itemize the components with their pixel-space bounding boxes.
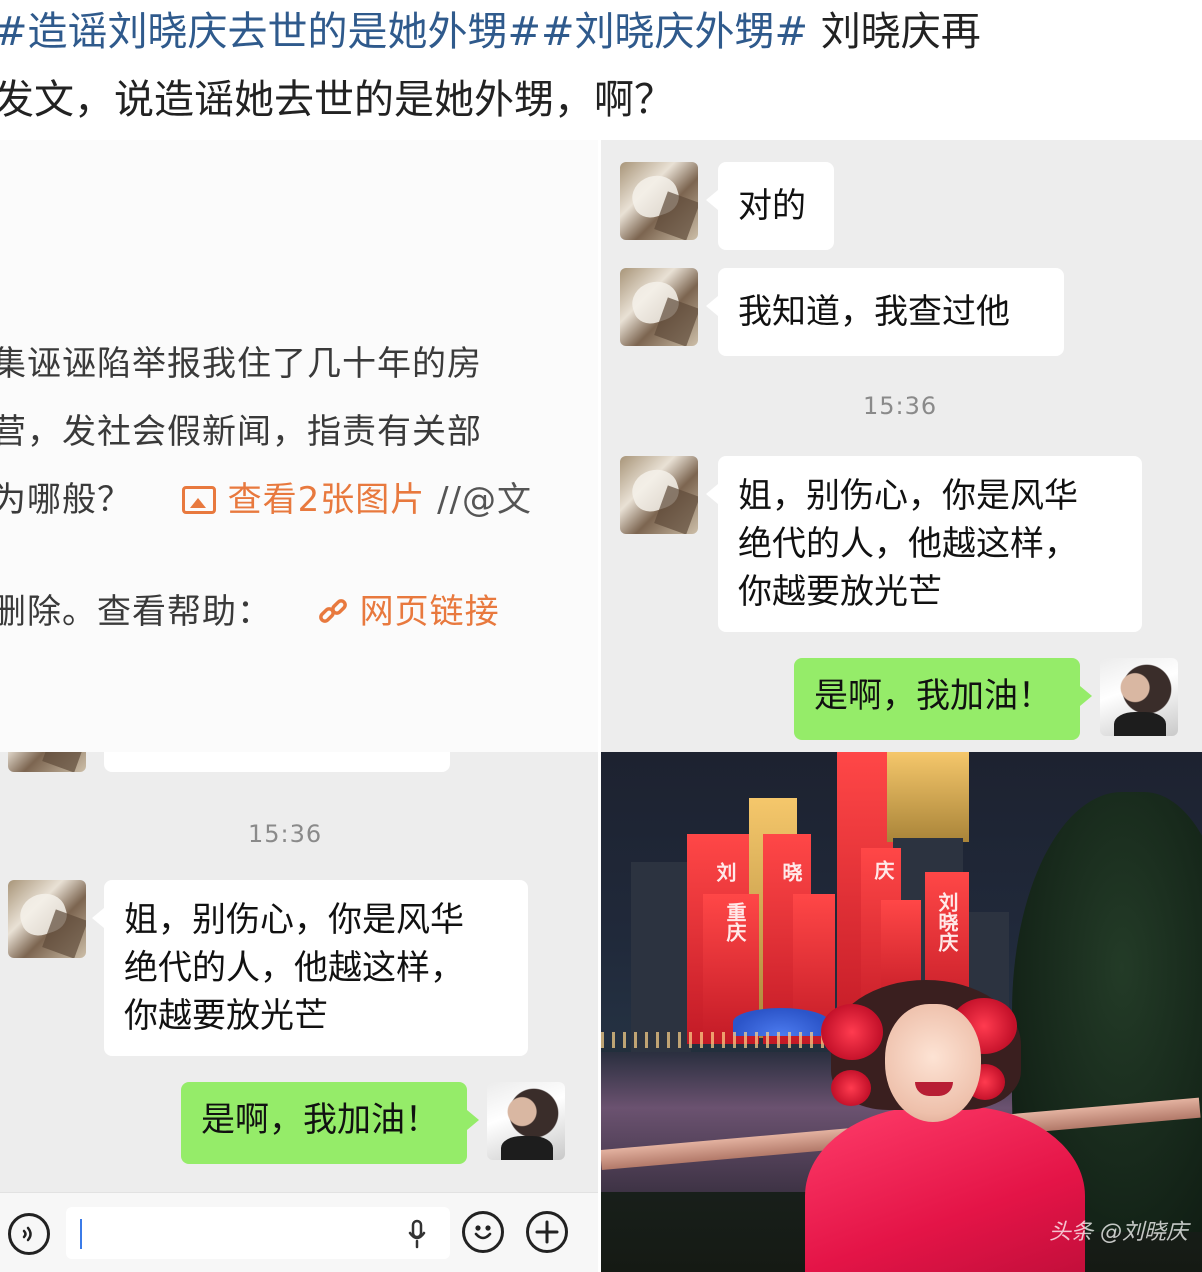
voice-icon[interactable]: [8, 1213, 50, 1255]
web-link[interactable]: 网页链接: [360, 592, 500, 632]
chat-panel-top: 对的 我知道，我查过他 15:36 姐，别伤心，你是风华 绝代的人，他越这样， …: [601, 140, 1202, 752]
message-timestamp: 15:36: [248, 820, 323, 848]
peer-avatar[interactable]: [620, 162, 698, 240]
notice-line-4: 删除。查看帮助： 网页链接: [0, 584, 500, 633]
headline-line-1: #造谣刘晓庆去世的是她外甥##刘晓庆外甥# 刘晓庆再: [0, 2, 1202, 62]
notice-line-4-text: 删除。查看帮助：: [0, 592, 272, 632]
notice-line-3-text: 为哪般？: [0, 480, 132, 520]
peer-avatar[interactable]: [620, 456, 698, 534]
building: [631, 862, 691, 1052]
red-flower: [821, 1004, 883, 1060]
building-text: 刘: [713, 862, 737, 882]
microphone-icon[interactable]: [408, 1219, 426, 1249]
building-text: 刘晓庆: [935, 892, 959, 952]
self-avatar[interactable]: [1100, 658, 1178, 736]
red-jacket: [805, 1106, 1085, 1272]
message-line: 绝代的人，他越这样，: [738, 524, 1078, 564]
message-input[interactable]: [66, 1207, 450, 1259]
building-text: 晓: [779, 862, 803, 882]
self-avatar[interactable]: [487, 1082, 565, 1160]
message-line: 姐，别伤心，你是风华: [124, 900, 464, 940]
message-timestamp: 15:36: [863, 392, 938, 420]
message-line: 绝代的人，他越这样，: [124, 948, 464, 988]
weibo-notice-panel: 集诬诬陷举报我住了几十年的房 营，发社会假新闻，指责有关部 为哪般？ 查看2张图…: [0, 140, 598, 752]
text-caret: [80, 1219, 82, 1249]
headline-line-2: 发文，说造谣她去世的是她外甥，啊？: [0, 77, 674, 123]
view-images-link[interactable]: 查看2张图片: [228, 480, 426, 520]
emoji-icon[interactable]: [462, 1211, 504, 1253]
red-flower: [831, 1070, 871, 1106]
message-line: 姐，别伤心，你是风华: [738, 476, 1078, 516]
building: [887, 752, 969, 842]
notice-line-3: 为哪般？ 查看2张图片 //@文: [0, 472, 532, 521]
peer-avatar[interactable]: [620, 268, 698, 346]
message-bubble-self[interactable]: 是啊，我加油！: [181, 1082, 479, 1164]
message-bubble-peer-partial[interactable]: [104, 752, 450, 772]
image-icon: [181, 486, 216, 514]
mouth: [915, 1082, 953, 1096]
night-city-photo: 刘 重庆 晓 庆 刘晓庆 头条 @刘晓庆: [601, 752, 1202, 1272]
peer-avatar[interactable]: [8, 880, 86, 958]
building-text: 庆: [871, 860, 895, 880]
chat-input-bar: [0, 1192, 598, 1272]
repost-mention[interactable]: //@文: [425, 480, 532, 520]
message-line: 你越要放光芒: [738, 572, 942, 612]
message-bubble-peer[interactable]: 姐，别伤心，你是风华 绝代的人，他越这样， 你越要放光芒: [92, 880, 528, 1056]
link-icon: [318, 599, 347, 623]
watermark: 头条 @刘晓庆: [1049, 1220, 1188, 1245]
message-line: 你越要放光芒: [124, 996, 328, 1036]
hashtag-nephew[interactable]: #刘晓庆外甥#: [541, 9, 808, 55]
plus-icon[interactable]: [526, 1211, 568, 1253]
message-bubble-peer[interactable]: 对的: [706, 162, 834, 250]
hashtag-rumor[interactable]: #造谣刘晓庆去世的是她外甥#: [0, 9, 541, 55]
peer-avatar[interactable]: [8, 752, 86, 772]
message-bubble-peer[interactable]: 姐，别伤心，你是风华 绝代的人，他越这样， 你越要放光芒: [706, 456, 1142, 632]
post-headline: #造谣刘晓庆去世的是她外甥##刘晓庆外甥# 刘晓庆再 发文，说造谣她去世的是她外…: [0, 0, 1202, 140]
notice-line-2: 营，发社会假新闻，指责有关部: [0, 412, 482, 452]
building-text: 重庆: [723, 902, 747, 942]
headline-text-1: 刘晓庆再: [808, 9, 981, 55]
face: [885, 1004, 981, 1122]
notice-line-1: 集诬诬陷举报我住了几十年的房: [0, 344, 482, 384]
message-bubble-self[interactable]: 是啊，我加油！: [794, 658, 1092, 740]
message-bubble-peer[interactable]: 我知道，我查过他: [706, 268, 1064, 356]
